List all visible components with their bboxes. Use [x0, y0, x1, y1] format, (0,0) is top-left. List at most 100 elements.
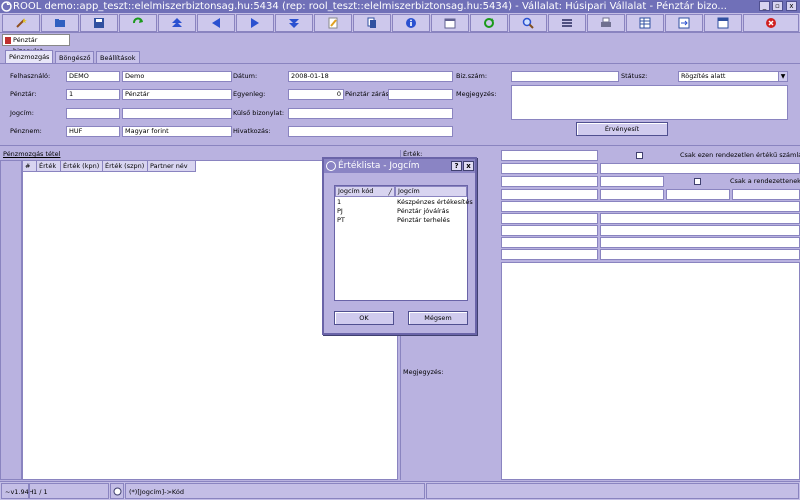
- next-record-button[interactable]: [236, 14, 274, 32]
- penztar-code-field[interactable]: 1: [66, 89, 120, 100]
- detail-field-6b[interactable]: [600, 213, 800, 224]
- detail-megjegyzes-area[interactable]: [501, 262, 800, 480]
- detail-field-9[interactable]: [501, 249, 598, 260]
- detail-field-4c[interactable]: [666, 189, 730, 200]
- egyenleg-field: 0: [288, 89, 344, 100]
- list-header-jogcim-kod-label: Jogcím kód: [338, 187, 374, 195]
- penztar-name-field[interactable]: Pénztár: [122, 89, 232, 100]
- detail-megjegyzes-label: Megjegyzés:: [403, 368, 444, 376]
- kulso-bizonylat-label: Külső bizonylat:: [233, 109, 285, 117]
- save-button[interactable]: [80, 14, 118, 32]
- kulso-bizonylat-field[interactable]: [288, 108, 453, 119]
- window-title: ROOL demo::app_teszt::elelmiszerbiztonsa…: [13, 1, 727, 12]
- penztar-zaras-field[interactable]: [388, 89, 453, 100]
- list-item-name[interactable]: Pénztár terhelés: [397, 216, 450, 225]
- datum-field[interactable]: 2008-01-18: [288, 71, 453, 82]
- detail-field-9b[interactable]: [600, 249, 800, 260]
- form-panel: Felhasználó: DEMO Demo Pénztár: 1 Pénztá…: [0, 63, 800, 146]
- megjegyzes-textarea[interactable]: [511, 85, 788, 120]
- edit-pencil-icon: [328, 17, 338, 29]
- biz-szam-field[interactable]: [511, 71, 619, 82]
- cancel-button[interactable]: Mégsem: [408, 311, 468, 325]
- detail-field-2[interactable]: [501, 163, 598, 174]
- ervenyesit-button[interactable]: Érvényesít: [576, 122, 668, 136]
- window-icon: [717, 17, 729, 29]
- list-item-name[interactable]: Készpénzes értékesítés: [397, 198, 473, 207]
- column-header-ertek[interactable]: Érték: [37, 161, 61, 172]
- print-button[interactable]: [587, 14, 625, 32]
- jogcim-code-field[interactable]: [66, 108, 120, 119]
- chevron-down-icon[interactable]: ▼: [778, 72, 787, 81]
- calendar-button[interactable]: [431, 14, 469, 32]
- table-icon: [639, 17, 651, 29]
- list-item-name[interactable]: Pénztár jóváírás: [397, 207, 449, 216]
- edit-button[interactable]: [314, 14, 352, 32]
- last-record-button[interactable]: [275, 14, 313, 32]
- rendezettenek-checkbox[interactable]: [694, 178, 701, 185]
- list-icon: [562, 19, 572, 27]
- detail-field-6[interactable]: [501, 213, 598, 224]
- refresh-icon: [133, 17, 143, 24]
- refresh-button[interactable]: [119, 14, 157, 32]
- detail-field-2b[interactable]: [600, 163, 800, 174]
- penznem-name-field[interactable]: Magyar forint: [122, 126, 232, 137]
- list-item-code[interactable]: PJ: [337, 207, 343, 216]
- column-header-ertek-szpn[interactable]: Érték (szpn): [103, 161, 148, 172]
- column-header-partner-nev[interactable]: Partner név: [148, 161, 196, 172]
- copy-button[interactable]: [353, 14, 391, 32]
- detail-field-4b[interactable]: [600, 189, 664, 200]
- detail-field-3[interactable]: [501, 176, 598, 187]
- info-button[interactable]: [392, 14, 430, 32]
- list-header-jogcim[interactable]: Jogcím: [395, 186, 467, 197]
- open-button[interactable]: [41, 14, 79, 32]
- biz-szam-label: Biz.szám:: [456, 72, 488, 80]
- value-list[interactable]: Jogcím kód ╱ Jogcím 1 Készpénzes értékes…: [334, 185, 473, 301]
- detail-field-7b[interactable]: [600, 225, 800, 236]
- list-header-jogcim-kod[interactable]: Jogcím kód ╱: [335, 186, 395, 197]
- close-window-button[interactable]: x: [786, 1, 797, 11]
- tab-penzmozgas[interactable]: Pénzmozgás: [5, 50, 54, 64]
- search-button[interactable]: [509, 14, 547, 32]
- dialog-title: Értéklista - Jogcím: [338, 161, 420, 171]
- list-item-code[interactable]: PT: [337, 216, 345, 225]
- print-icon: [601, 17, 611, 27]
- felhasznalo-code-field[interactable]: DEMO: [66, 71, 120, 82]
- dialog-help-button[interactable]: ?: [451, 161, 462, 171]
- sync-button[interactable]: [470, 14, 508, 32]
- open-folder-icon: [55, 19, 65, 27]
- value-list-dialog: Értéklista - Jogcím ? x Jogcím kód ╱ Jog…: [322, 157, 477, 335]
- list-item-code[interactable]: 1: [337, 198, 341, 207]
- detail-field-1[interactable]: [501, 150, 598, 161]
- minimize-button[interactable]: _: [759, 1, 770, 11]
- document-tab[interactable]: Pénztár bizonylat: [2, 34, 70, 55]
- penztar-zaras-label: Pénztár zárás:: [345, 90, 392, 98]
- previous-record-button[interactable]: [197, 14, 235, 32]
- detail-field-4d[interactable]: [732, 189, 800, 200]
- export-button[interactable]: [665, 14, 703, 32]
- wand-button[interactable]: [2, 14, 40, 32]
- detail-field-8[interactable]: [501, 237, 598, 248]
- first-record-button[interactable]: [158, 14, 196, 32]
- ok-button[interactable]: OK: [334, 311, 394, 325]
- hivatkozas-field[interactable]: [288, 126, 453, 137]
- rendezetlen-checkbox[interactable]: [636, 152, 643, 159]
- felhasznalo-name-field[interactable]: Demo: [122, 71, 232, 82]
- list-button[interactable]: [548, 14, 586, 32]
- exit-button[interactable]: [743, 14, 799, 32]
- jogcim-name-field[interactable]: [122, 108, 232, 119]
- detail-field-7[interactable]: [501, 225, 598, 236]
- jogcim-label: Jogcím:: [10, 109, 34, 117]
- restore-button[interactable]: ▫: [772, 1, 783, 11]
- column-header-ertek-kpn[interactable]: Érték (kpn): [61, 161, 103, 172]
- detail-field-5[interactable]: [501, 201, 800, 212]
- next-record-icon: [251, 18, 259, 28]
- detail-field-3b[interactable]: [600, 176, 664, 187]
- dialog-close-button[interactable]: x: [463, 161, 474, 171]
- column-header-index[interactable]: #: [23, 161, 37, 172]
- table-button[interactable]: [626, 14, 664, 32]
- penznem-code-field[interactable]: HUF: [66, 126, 120, 137]
- detail-field-4[interactable]: [501, 189, 598, 200]
- window-button[interactable]: [704, 14, 742, 32]
- detail-field-8b[interactable]: [600, 237, 800, 248]
- statusz-select[interactable]: Rögzítés alatt ▼: [678, 71, 788, 82]
